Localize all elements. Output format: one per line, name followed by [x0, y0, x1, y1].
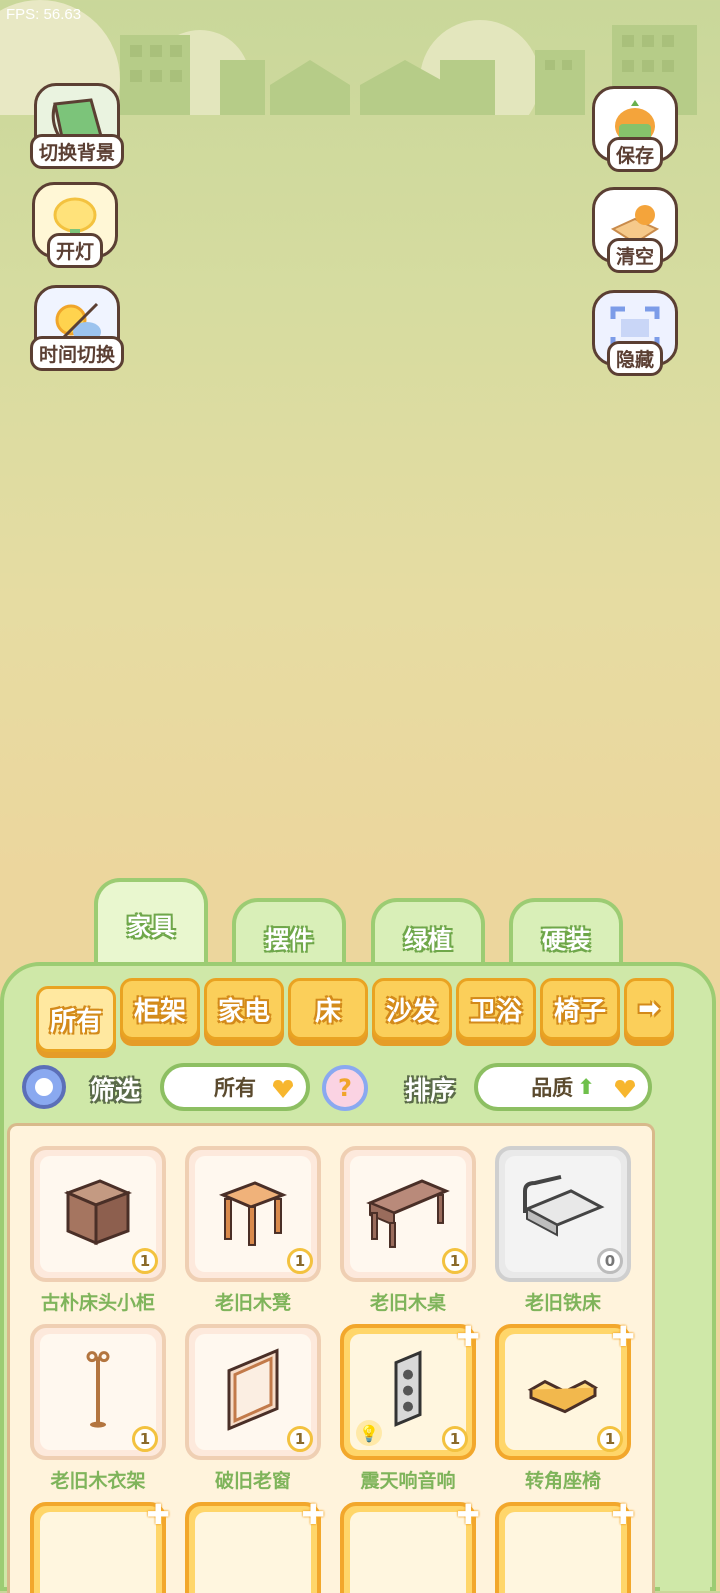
subtab-sofas[interactable]: 沙发 — [372, 978, 452, 1040]
speaker-icon — [394, 1350, 422, 1427]
hide-button[interactable]: 隐藏 — [585, 290, 685, 376]
sort-value: 品质 — [531, 1076, 574, 1100]
item-name: 老旧木衣架 — [50, 1470, 146, 1492]
filter-dropdown[interactable]: 所有 — [160, 1063, 310, 1111]
item-card[interactable]: 1 — [340, 1146, 476, 1282]
tab-furniture[interactable]: 家具 — [94, 878, 208, 966]
item-name: 老旧木桌 — [369, 1292, 446, 1314]
chevron-down-icon — [615, 1080, 635, 1098]
sort-dropdown[interactable]: 品质 ⬆ — [474, 1063, 652, 1111]
wooden-stool-icon — [218, 1181, 288, 1246]
light-toggle-button[interactable]: 开灯 — [25, 182, 125, 268]
item-card[interactable]: 1 — [185, 1324, 321, 1460]
tab-hardware[interactable]: 硬装 — [509, 898, 623, 972]
sparkle-icon: ✚ — [301, 1498, 325, 1531]
subtab-bathroom[interactable]: 卫浴 — [456, 978, 536, 1040]
hide-label: 隐藏 — [606, 341, 664, 376]
subtab-chairs[interactable]: 椅子 — [540, 978, 620, 1040]
subtab-beds[interactable]: 床 — [288, 978, 368, 1040]
item-name: 震天响音响 — [360, 1470, 456, 1492]
item-count: 1 — [287, 1248, 313, 1274]
help-button[interactable]: ? — [322, 1065, 368, 1111]
item-card[interactable]: 1 — [30, 1146, 166, 1282]
search-icon[interactable] — [22, 1065, 66, 1109]
save-button[interactable]: 保存 — [585, 86, 685, 172]
filter-sort-row: 筛选 所有 ? 排序 品质 ⬆ — [0, 1063, 720, 1117]
item-count: 1 — [442, 1248, 468, 1274]
item-name: 古朴床头小柜 — [40, 1292, 155, 1314]
item-card[interactable]: 0 — [495, 1146, 631, 1282]
time-switch-button[interactable]: 时间切换 — [27, 285, 127, 371]
corner-sofa-icon — [527, 1379, 599, 1414]
clear-button[interactable]: 清空 — [585, 187, 685, 273]
chevron-down-icon — [273, 1080, 293, 1098]
tab-plants[interactable]: 绿植 — [371, 898, 485, 972]
item-card[interactable]: ✚ 💡 1 — [340, 1320, 480, 1460]
item-card[interactable]: 1 — [185, 1146, 321, 1282]
item-count: 1 — [442, 1426, 468, 1452]
lightbulb-icon: 💡 — [356, 1420, 382, 1446]
item-name: 破旧老窗 — [214, 1470, 291, 1492]
item-count: 1 — [597, 1426, 623, 1452]
iron-bed-icon — [523, 1175, 605, 1237]
time-switch-label: 时间切换 — [29, 336, 125, 371]
window-icon — [227, 1348, 279, 1431]
sort-label: 排序 — [405, 1076, 456, 1105]
subtab-next-button[interactable]: ➡ — [624, 978, 674, 1040]
wooden-desk-icon — [366, 1179, 450, 1248]
fps-counter: FPS: 56.63 — [6, 6, 82, 23]
panel-side-strip — [660, 1123, 710, 1591]
switch-background-button[interactable]: 切换背景 — [27, 83, 127, 169]
item-name: 转角座椅 — [524, 1470, 601, 1492]
coat-rack-icon — [86, 1351, 110, 1428]
item-card[interactable]: ✚ — [30, 1498, 170, 1593]
item-count: 0 — [597, 1248, 623, 1274]
sparkle-icon: ✚ — [611, 1498, 635, 1531]
sparkle-icon: ✚ — [456, 1320, 480, 1353]
item-card[interactable]: ✚ 1 — [495, 1320, 635, 1460]
nightstand-icon — [63, 1179, 133, 1246]
save-label: 保存 — [606, 137, 664, 172]
switch-background-label: 切换背景 — [29, 134, 125, 169]
filter-label: 筛选 — [90, 1076, 141, 1105]
item-card[interactable]: 1 — [30, 1324, 166, 1460]
item-name: 老旧铁床 — [524, 1292, 601, 1314]
item-card[interactable]: ✚ — [340, 1498, 480, 1593]
item-name: 老旧木凳 — [214, 1292, 291, 1314]
subtab-cabinets[interactable]: 柜架 — [120, 978, 200, 1040]
item-grid: 1 古朴床头小柜 1 老旧木凳 1 老旧木桌 0 老旧铁床 1 老旧木衣架 1 … — [7, 1123, 655, 1593]
light-toggle-label: 开灯 — [46, 233, 104, 268]
item-count: 1 — [132, 1248, 158, 1274]
sparkle-icon: ✚ — [456, 1498, 480, 1531]
arrow-up-icon: ⬆ — [577, 1075, 595, 1099]
item-card[interactable]: ✚ — [495, 1498, 635, 1593]
subtab-appliances[interactable]: 家电 — [204, 978, 284, 1040]
tab-ornaments[interactable]: 摆件 — [232, 898, 346, 972]
item-card[interactable]: ✚ — [185, 1498, 325, 1593]
item-count: 1 — [287, 1426, 313, 1452]
sparkle-icon: ✚ — [611, 1320, 635, 1353]
subtab-all[interactable]: 所有 — [36, 986, 116, 1052]
filter-value: 所有 — [214, 1076, 256, 1100]
sparkle-icon: ✚ — [146, 1498, 170, 1531]
item-count: 1 — [132, 1426, 158, 1452]
clear-label: 清空 — [606, 238, 664, 273]
arrow-right-icon: ➡ — [638, 994, 660, 1024]
